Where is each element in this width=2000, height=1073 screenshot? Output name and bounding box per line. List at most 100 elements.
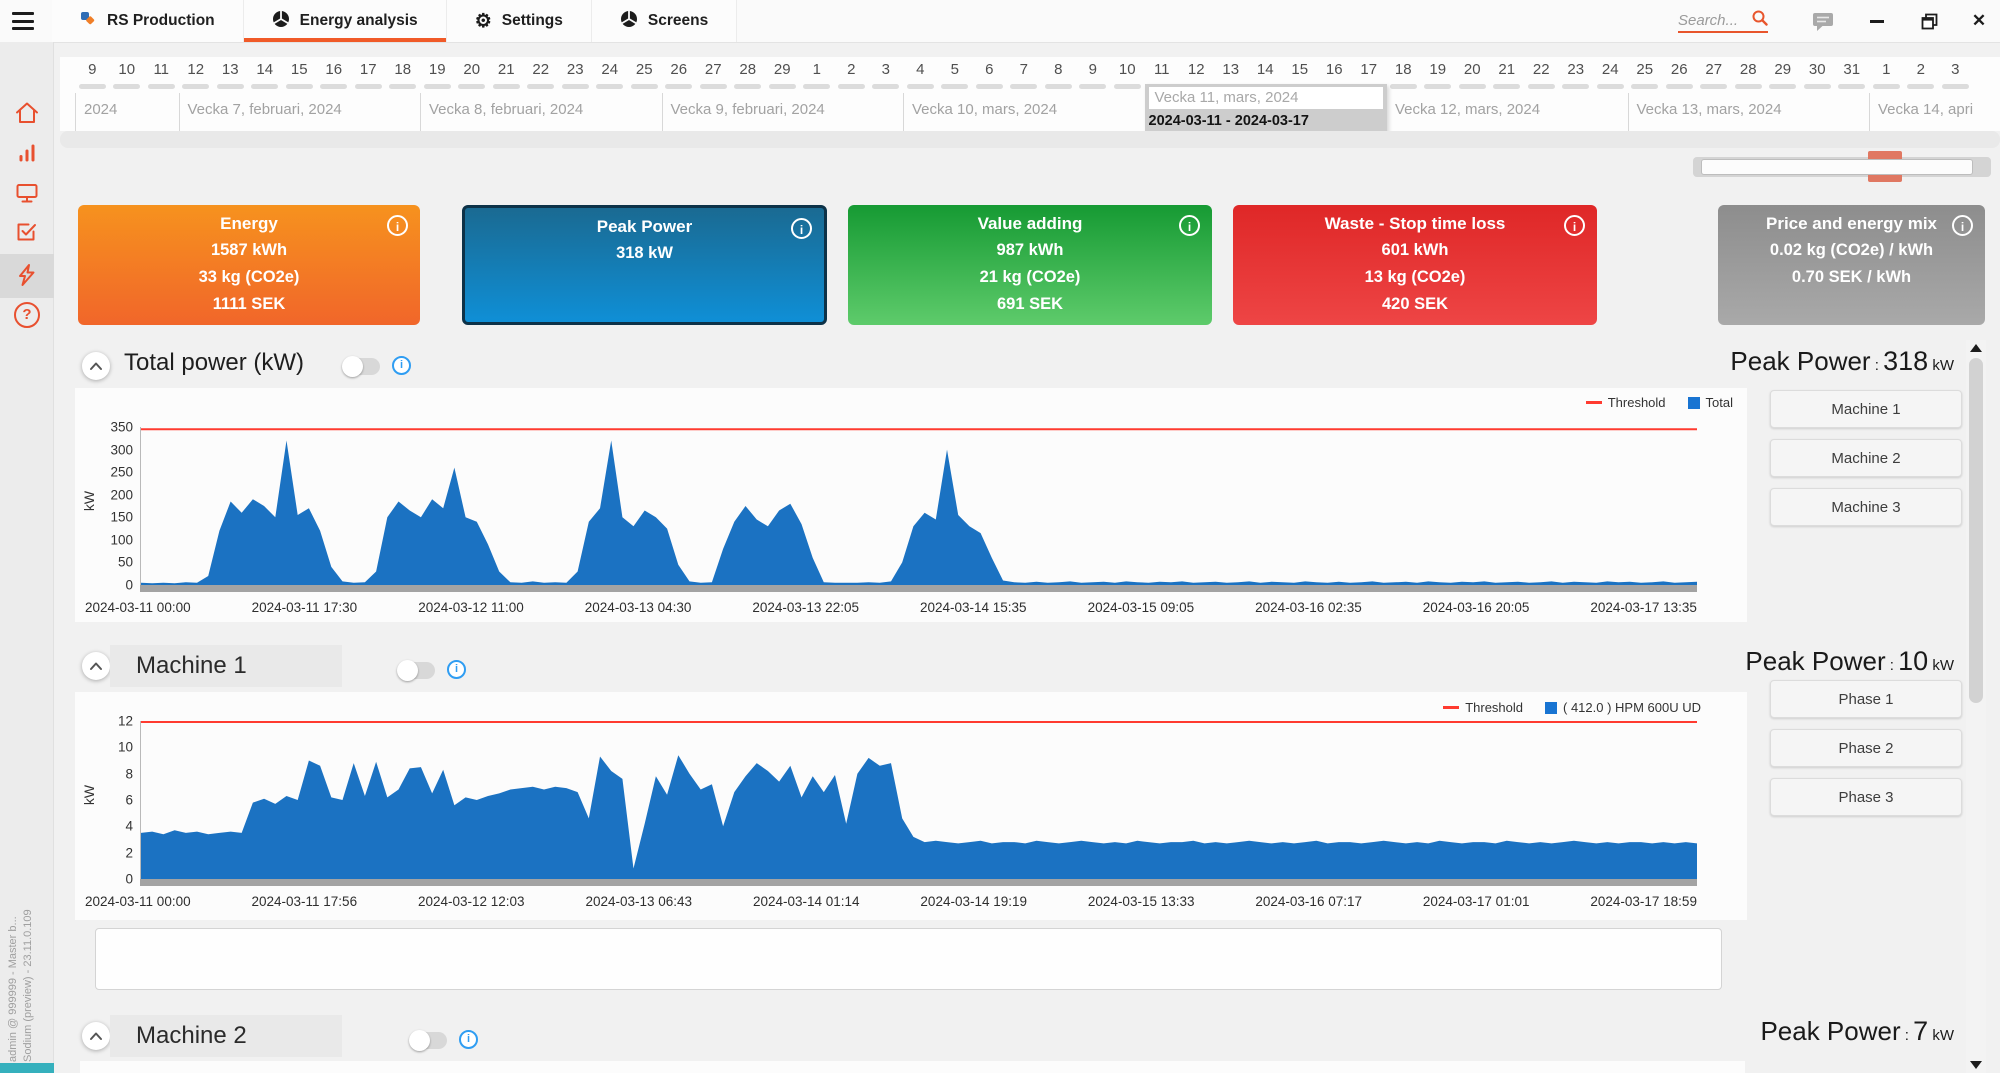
feedback-chat-icon[interactable] — [1812, 11, 1834, 31]
timeline-day[interactable]: 16 — [317, 61, 352, 78]
timeline-day-tick[interactable] — [1766, 84, 1801, 89]
timeline-day[interactable]: 28 — [731, 61, 766, 78]
total-power-chart-plot[interactable] — [140, 427, 1697, 585]
machine-2-toggle[interactable] — [410, 1032, 447, 1049]
timeline-day[interactable]: 2 — [834, 61, 869, 78]
timeline-day[interactable]: 1 — [800, 61, 835, 78]
timeline-day[interactable]: 13 — [1214, 61, 1249, 78]
kpi-card-price-energy-mix[interactable]: Price and energy mixi0.02 kg (CO2e) / kW… — [1718, 205, 1985, 325]
timeline-day[interactable]: 3 — [1938, 61, 1973, 78]
energy-analysis-sidebar-icon[interactable] — [14, 262, 40, 288]
timeline-day-tick[interactable] — [282, 84, 317, 89]
statistics-icon[interactable] — [14, 140, 40, 166]
machine-1-toggle[interactable] — [398, 662, 435, 679]
machine-1-chart-plot[interactable] — [140, 721, 1697, 879]
timeline-day-tick[interactable] — [696, 84, 731, 89]
timeline-day-tick[interactable] — [1386, 84, 1421, 89]
timeline-day[interactable]: 19 — [420, 61, 455, 78]
menu-icon[interactable] — [10, 9, 36, 33]
tab-rs-production[interactable]: RS Production — [52, 0, 244, 42]
timeline-day[interactable]: 19 — [1421, 61, 1456, 78]
timeline-day[interactable]: 29 — [765, 61, 800, 78]
timeline-day-tick[interactable] — [248, 84, 283, 89]
timeline-day[interactable]: 12 — [1179, 61, 1214, 78]
tab-screens[interactable]: Screens — [592, 0, 737, 42]
timeline-day[interactable]: 29 — [1766, 61, 1801, 78]
legend-item--412-0-hpm-600u-ud[interactable]: ( 412.0 ) HPM 600U UD — [1545, 700, 1701, 715]
timeline-week[interactable]: Vecka 13, mars, 2024 — [1628, 93, 1870, 131]
timeline-day-tick[interactable] — [1455, 84, 1490, 89]
timeline-day-tick[interactable] — [317, 84, 352, 89]
timeline-day-tick[interactable] — [1662, 84, 1697, 89]
timeline-day[interactable]: 4 — [903, 61, 938, 78]
legend-item-total[interactable]: Total — [1688, 395, 1733, 410]
minimize-button[interactable] — [1866, 11, 1888, 31]
timeline-day[interactable]: 18 — [1386, 61, 1421, 78]
timeline-day[interactable]: 24 — [1593, 61, 1628, 78]
timeline-day-tick[interactable] — [489, 84, 524, 89]
timeline-day[interactable]: 22 — [1524, 61, 1559, 78]
side-button-machine-3[interactable]: Machine 3 — [1770, 488, 1962, 526]
timeline-day-tick[interactable] — [1938, 84, 1973, 89]
info-icon[interactable]: i — [791, 218, 812, 239]
timeline-day[interactable]: 12 — [179, 61, 214, 78]
kpi-card-value-adding[interactable]: Value addingi987 kWh21 kg (CO2e)691 SEK — [848, 205, 1212, 325]
tab-energy-analysis[interactable]: Energy analysis — [244, 0, 447, 42]
timeline-day-tick[interactable] — [1076, 84, 1111, 89]
tab-settings[interactable]: ⚙ Settings — [447, 0, 592, 42]
side-button-phase-2[interactable]: Phase 2 — [1770, 729, 1962, 767]
scrollbar-thumb[interactable] — [1969, 358, 1983, 703]
timeline-day-tick[interactable] — [731, 84, 766, 89]
kpi-card-waste-stop-time-loss[interactable]: Waste - Stop time lossi601 kWh13 kg (CO2… — [1233, 205, 1597, 325]
timeline-day-tick[interactable] — [765, 84, 800, 89]
legend-item-threshold[interactable]: Threshold — [1586, 395, 1666, 410]
info-icon[interactable]: i — [1952, 215, 1973, 236]
timeline-day[interactable]: 25 — [627, 61, 662, 78]
timeline-day[interactable]: 24 — [593, 61, 628, 78]
timeline-day[interactable]: 20 — [1455, 61, 1490, 78]
collapse-machine-2-button[interactable] — [82, 1022, 110, 1050]
machine-2-info-icon[interactable]: i — [459, 1030, 478, 1049]
info-icon[interactable]: i — [1179, 215, 1200, 236]
timeline-week[interactable]: 2024 — [75, 93, 179, 131]
timeline-day[interactable]: 7 — [1007, 61, 1042, 78]
timeline-week[interactable]: Vecka 10, mars, 2024 — [903, 93, 1145, 131]
total-power-info-icon[interactable]: i — [392, 356, 411, 375]
timeline-day[interactable]: 6 — [972, 61, 1007, 78]
timeline-day-tick[interactable] — [558, 84, 593, 89]
timeline-day-tick[interactable] — [75, 84, 110, 89]
timeline-day-tick[interactable] — [420, 84, 455, 89]
timeline-day[interactable]: 13 — [213, 61, 248, 78]
timeline-day[interactable]: 20 — [455, 61, 490, 78]
timeline-day[interactable]: 27 — [1697, 61, 1732, 78]
timeline-day-tick[interactable] — [903, 84, 938, 89]
timeline-day-tick[interactable] — [144, 84, 179, 89]
side-button-machine-1[interactable]: Machine 1 — [1770, 390, 1962, 428]
close-button[interactable]: ✕ — [1968, 11, 1990, 31]
timeline-day[interactable]: 11 — [1145, 61, 1180, 78]
timeline-day-tick[interactable] — [1869, 84, 1904, 89]
timeline-day-tick[interactable] — [593, 84, 628, 89]
timeline-day[interactable]: 17 — [351, 61, 386, 78]
timeline-day-tick[interactable] — [834, 84, 869, 89]
restore-button[interactable] — [1918, 11, 1940, 31]
timeline-day[interactable]: 2 — [1904, 61, 1939, 78]
home-icon[interactable] — [14, 100, 40, 126]
info-icon[interactable]: i — [387, 215, 408, 236]
timeline-day[interactable]: 17 — [1352, 61, 1387, 78]
timeline-day[interactable]: 15 — [1283, 61, 1318, 78]
timeline-day-tick[interactable] — [1110, 84, 1145, 89]
timeline-day[interactable]: 31 — [1835, 61, 1870, 78]
timeline-day[interactable]: 23 — [558, 61, 593, 78]
timeline-day[interactable]: 14 — [1248, 61, 1283, 78]
scroll-down-icon[interactable] — [1970, 1061, 1982, 1069]
collapse-total-power-button[interactable] — [82, 352, 110, 380]
timeline-day-tick[interactable] — [1559, 84, 1594, 89]
timeline-day[interactable]: 28 — [1731, 61, 1766, 78]
timeline-day-tick[interactable] — [1731, 84, 1766, 89]
help-icon[interactable]: ? — [14, 302, 40, 328]
selected-week-highlight[interactable]: Vecka 11, mars, 2024 2024-03-11 - 2024-0… — [1145, 84, 1387, 134]
timeline-day[interactable]: 3 — [869, 61, 904, 78]
timeline-day[interactable]: 15 — [282, 61, 317, 78]
machine-1-info-icon[interactable]: i — [447, 660, 466, 679]
